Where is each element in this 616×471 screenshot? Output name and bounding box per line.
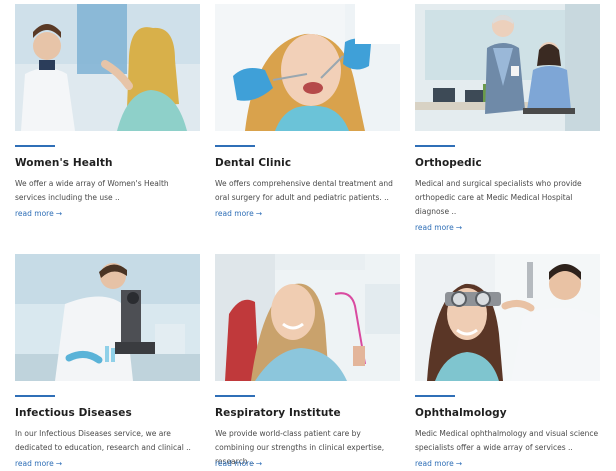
service-description: Medical and surgical specialists who pro…: [415, 179, 582, 216]
accent-line: [415, 145, 455, 147]
read-more-label: read more: [15, 209, 54, 218]
services-grid: Women's Health We offer a wide array of …: [0, 0, 616, 471]
read-more-label: read more: [415, 459, 454, 468]
arrow-right-icon: →: [55, 209, 62, 218]
accent-line: [215, 145, 255, 147]
arrow-right-icon: →: [455, 223, 462, 232]
respiratory-institute-image[interactable]: [215, 254, 400, 381]
read-more-link[interactable]: read more →: [15, 459, 62, 468]
read-more-label: read more: [215, 209, 254, 218]
accent-line: [15, 145, 55, 147]
service-title[interactable]: Women's Health: [15, 157, 113, 169]
arrow-right-icon: →: [455, 459, 462, 468]
service-description: In our Infectious Diseases service, we a…: [15, 429, 191, 452]
service-description: We offers comprehensive dental treatment…: [215, 179, 393, 202]
read-more-link[interactable]: read more →: [15, 209, 62, 218]
accent-line: [215, 395, 255, 397]
arrow-right-icon: →: [255, 209, 262, 218]
service-title[interactable]: Ophthalmology: [415, 407, 507, 419]
accent-line: [15, 395, 55, 397]
infectious-diseases-image[interactable]: [15, 254, 200, 381]
service-title[interactable]: Infectious Diseases: [15, 407, 132, 419]
service-description: Medic Medical ophthalmology and visual s…: [415, 429, 599, 452]
accent-line: [415, 395, 455, 397]
service-title[interactable]: Orthopedic: [415, 157, 482, 169]
read-more-link[interactable]: read more →: [215, 459, 262, 468]
service-title[interactable]: Respiratory Institute: [215, 407, 341, 419]
read-more-label: read more: [215, 459, 254, 468]
dental-clinic-image[interactable]: [215, 4, 400, 131]
read-more-link[interactable]: read more →: [215, 209, 262, 218]
womens-health-image[interactable]: [15, 4, 200, 131]
read-more-label: read more: [15, 459, 54, 468]
service-title[interactable]: Dental Clinic: [215, 157, 291, 169]
orthopedic-image[interactable]: [415, 4, 600, 131]
read-more-label: read more: [415, 223, 454, 232]
arrow-right-icon: →: [55, 459, 62, 468]
read-more-link[interactable]: read more →: [415, 223, 462, 232]
ophthalmology-image[interactable]: [415, 254, 600, 381]
service-description: We offer a wide array of Women's Health …: [15, 179, 169, 202]
read-more-link[interactable]: read more →: [415, 459, 462, 468]
arrow-right-icon: →: [255, 459, 262, 468]
